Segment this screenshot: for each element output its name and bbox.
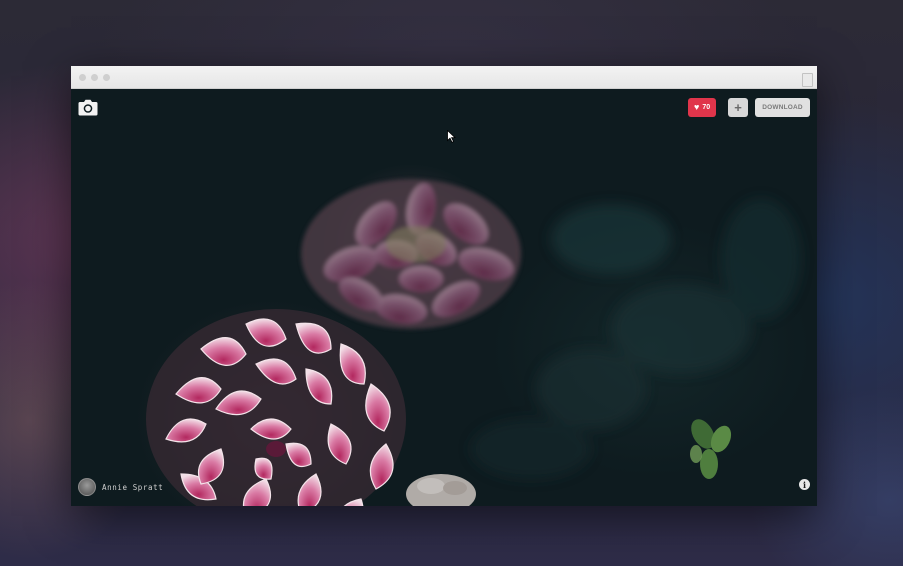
like-count: 70	[702, 104, 711, 111]
like-button[interactable]: ♥ 70	[688, 98, 717, 117]
maximize-window-button[interactable]	[103, 74, 110, 81]
avatar[interactable]	[78, 478, 96, 496]
browser-window: ♥ 70 + DOWNLOAD Annie Spratt i	[71, 66, 817, 506]
mouse-cursor-icon	[447, 130, 456, 143]
new-tab-icon[interactable]	[802, 73, 813, 87]
browser-titlebar	[71, 66, 817, 89]
close-window-button[interactable]	[79, 74, 86, 81]
heart-icon: ♥	[694, 102, 700, 112]
download-button[interactable]: DOWNLOAD	[755, 98, 810, 117]
info-icon[interactable]: i	[799, 479, 810, 490]
photo-viewer: ♥ 70 + DOWNLOAD Annie Spratt i	[71, 89, 817, 506]
add-to-collection-button[interactable]: +	[728, 98, 748, 117]
author-name[interactable]: Annie Spratt	[102, 483, 163, 492]
flower-photo	[146, 179, 801, 506]
minimize-window-button[interactable]	[91, 74, 98, 81]
author-credit[interactable]: Annie Spratt	[78, 478, 163, 496]
camera-icon[interactable]	[78, 99, 98, 116]
